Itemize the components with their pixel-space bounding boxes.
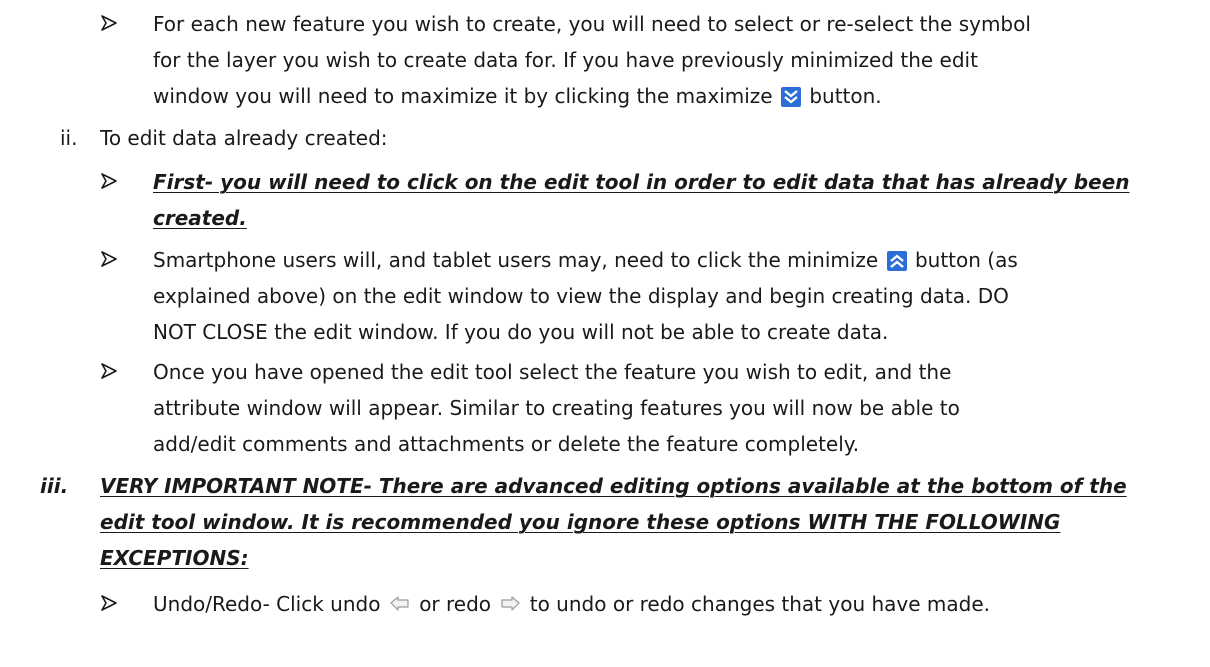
arrow-bullet-icon (101, 15, 117, 31)
bullet-2-line-2: created. (153, 206, 247, 230)
bullet-4-line-3: add/edit comments and attachments or del… (153, 432, 860, 456)
bullet-4-line-1: Once you have opened the edit tool selec… (153, 360, 952, 384)
arrow-bullet-icon (101, 173, 117, 189)
bullet-4-line-2: attribute window will appear. Similar to… (153, 396, 960, 420)
bullet-1-line-1: For each new feature you wish to create,… (153, 12, 1031, 36)
section-iii-line-3: EXCEPTIONS: (100, 546, 249, 570)
bullet-2-line-1: First- you will need to click on the edi… (153, 170, 1130, 194)
redo-arrow-icon (501, 596, 520, 611)
bullet-3-line-1-text-a: Smartphone users will, and tablet users … (153, 248, 879, 272)
bullet-3-line-2: explained above) on the edit window to v… (153, 284, 1009, 308)
arrow-bullet-icon (101, 595, 117, 611)
bullet-1-line-2: for the layer you wish to create data fo… (153, 48, 978, 72)
arrow-bullet-icon (101, 251, 117, 267)
bullet-5-line-1: Undo/Redo- Click undo or redo to undo or… (153, 590, 990, 618)
maximize-double-chevron-down-icon (780, 87, 801, 107)
bullet-1-line-3-text-a: window you will need to maximize it by c… (153, 84, 773, 108)
bullet-1-line-3: window you will need to maximize it by c… (153, 82, 882, 110)
bullet-5-text-a: Undo/Redo- Click undo (153, 592, 381, 616)
bullet-1-line-3-text-b: button. (809, 84, 882, 108)
section-ii-label: ii. (60, 126, 78, 150)
bullet-3-line-1-text-b: button (as (914, 248, 1018, 272)
section-iii-line-2: edit tool window. It is recommended you … (100, 510, 1061, 534)
arrow-bullet-icon (101, 363, 117, 379)
bullet-5-text-c: to undo or redo changes that you have ma… (529, 592, 991, 616)
bullet-3-line-1: Smartphone users will, and tablet users … (153, 246, 1018, 274)
document-page: For each new feature you wish to create,… (0, 0, 1210, 667)
undo-arrow-icon (390, 596, 409, 611)
bullet-3-line-3: NOT CLOSE the edit window. If you do you… (153, 320, 889, 344)
minimize-double-chevron-up-icon (886, 251, 907, 271)
section-ii-text: To edit data already created: (100, 126, 388, 150)
bullet-5-text-b: or redo (419, 592, 492, 616)
section-iii-label: iii. (40, 474, 69, 498)
section-iii-line-1: VERY IMPORTANT NOTE- There are advanced … (100, 474, 1127, 498)
